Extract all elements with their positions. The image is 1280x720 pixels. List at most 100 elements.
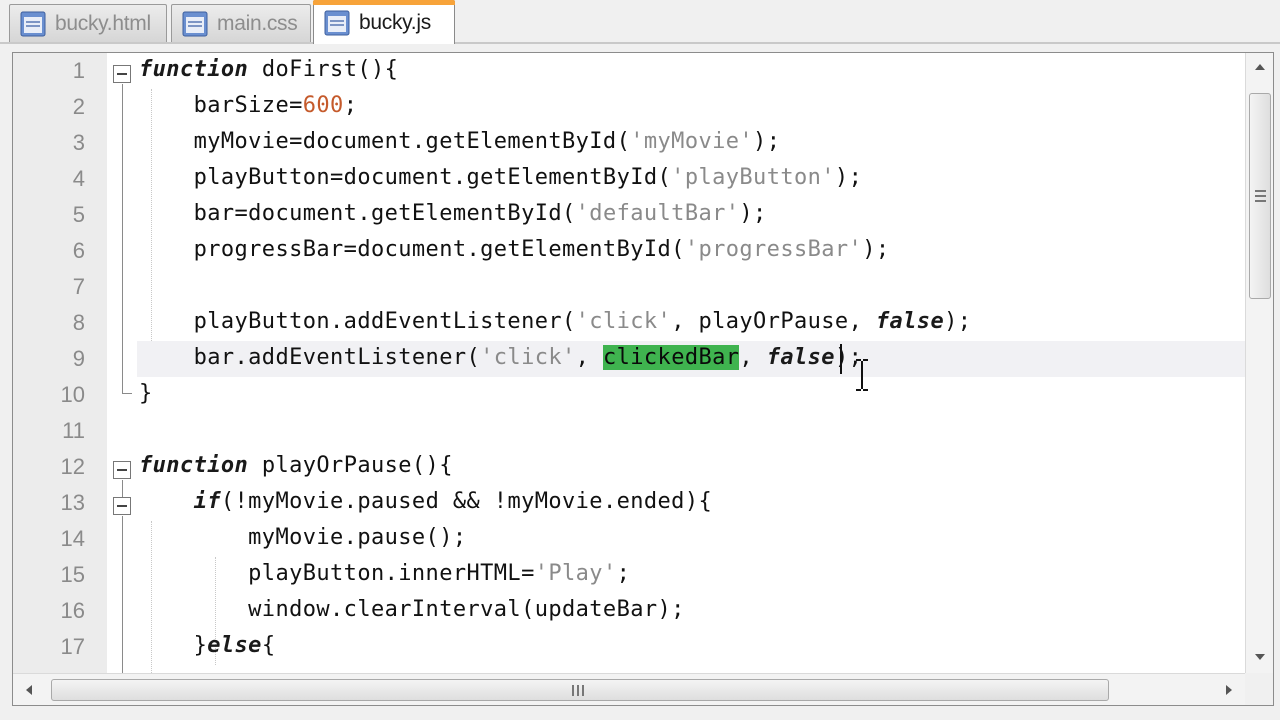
code-line: 17 }else{ bbox=[13, 629, 1245, 665]
code-token: ); bbox=[944, 309, 972, 334]
scroll-left-arrow-icon[interactable] bbox=[25, 684, 33, 696]
line-number: 13 bbox=[60, 490, 85, 515]
code-line: 5 bar=document.getElementById('defaultBa… bbox=[13, 197, 1245, 233]
code-line: 10 } bbox=[13, 377, 1245, 413]
string-literal: 'defaultBar' bbox=[575, 201, 740, 226]
code-token: , bbox=[739, 345, 767, 370]
vertical-scrollbar[interactable] bbox=[1245, 53, 1273, 673]
code-line: 15 playButton.innerHTML='Play'; bbox=[13, 557, 1245, 593]
line-number: 10 bbox=[60, 382, 85, 407]
code-token: , playOrPause, bbox=[671, 309, 876, 334]
code-text: bar=document.getElementById('defaultBar'… bbox=[139, 201, 767, 226]
code-line: 11 bbox=[13, 413, 1245, 449]
scroll-down-arrow-icon[interactable] bbox=[1254, 653, 1266, 661]
code-token: playButton.addEventListener( bbox=[139, 309, 576, 334]
horizontal-scroll-thumb[interactable] bbox=[51, 679, 1109, 701]
code-text: myMovie.pause(); bbox=[139, 525, 467, 550]
horizontal-scrollbar[interactable] bbox=[13, 673, 1245, 705]
keyword: false bbox=[875, 309, 945, 334]
ibeam-cursor-icon bbox=[856, 359, 868, 391]
code-line: 12 function playOrPause(){ bbox=[13, 449, 1245, 485]
code-text: playButton.addEventListener('click', pla… bbox=[139, 309, 971, 334]
scroll-right-arrow-icon[interactable] bbox=[1225, 684, 1233, 696]
code-token: progressBar=document.getElementById( bbox=[139, 237, 685, 262]
code-editor[interactable]: 1 function doFirst(){ 2 barSize=600; 3 m… bbox=[12, 52, 1274, 706]
line-number: 16 bbox=[60, 598, 85, 623]
code-line: 6 progressBar=document.getElementById('p… bbox=[13, 233, 1245, 269]
string-literal: 'progressBar' bbox=[684, 237, 863, 262]
code-text: if(!myMovie.paused && !myMovie.ended){ bbox=[139, 489, 712, 514]
code-line: 2 barSize=600; bbox=[13, 89, 1245, 125]
scrollbar-corner bbox=[1245, 673, 1273, 705]
line-number: 14 bbox=[60, 526, 85, 551]
code-token: (!myMovie.paused && !myMovie.ended){ bbox=[220, 489, 713, 514]
line-number: 9 bbox=[72, 346, 85, 371]
code-token: playButton=document.getElementById( bbox=[139, 165, 672, 190]
line-number: 15 bbox=[60, 562, 85, 587]
tab-main-css[interactable]: main.css bbox=[171, 4, 311, 42]
grip-icon bbox=[1255, 190, 1266, 204]
code-line-current: 9 bar.addEventListener('click', clickedB… bbox=[13, 341, 1245, 377]
vertical-scroll-thumb[interactable] bbox=[1249, 93, 1271, 299]
code-line: 8 playButton.addEventListener('click', p… bbox=[13, 305, 1245, 341]
code-area[interactable]: 1 function doFirst(){ 2 barSize=600; 3 m… bbox=[13, 53, 1245, 673]
code-line: 3 myMovie=document.getElementById('myMov… bbox=[13, 125, 1245, 161]
code-token: ); bbox=[834, 165, 863, 190]
tab-bucky-js[interactable]: bucky.js bbox=[313, 0, 455, 44]
scroll-up-arrow-icon[interactable] bbox=[1254, 63, 1266, 71]
code-token: ); bbox=[739, 201, 767, 226]
tab-label: bucky.js bbox=[359, 10, 431, 34]
tab-bucky-html[interactable]: bucky.html bbox=[9, 4, 167, 42]
tab-bar: bucky.html main.css bucky.js bbox=[0, 0, 1280, 44]
selected-text: clickedBar bbox=[602, 345, 740, 370]
line-number: 12 bbox=[60, 454, 85, 479]
code-text: } bbox=[139, 381, 153, 406]
line-number: 17 bbox=[60, 634, 85, 659]
line-number: 11 bbox=[62, 418, 85, 443]
number-literal: 600 bbox=[302, 93, 344, 118]
code-token: , bbox=[575, 345, 603, 370]
code-line: 13 if(!myMovie.paused && !myMovie.ended)… bbox=[13, 485, 1245, 521]
code-token: { bbox=[261, 633, 276, 658]
string-literal: 'myMovie' bbox=[630, 129, 754, 154]
tab-label: main.css bbox=[217, 11, 298, 35]
code-text: progressBar=document.getElementById('pro… bbox=[139, 237, 890, 262]
code-line: 4 playButton=document.getElementById('pl… bbox=[13, 161, 1245, 197]
code-token: doFirst(){ bbox=[248, 57, 399, 82]
file-icon bbox=[182, 11, 208, 36]
code-token: playButton.innerHTML= bbox=[139, 561, 535, 586]
code-text: function playOrPause(){ bbox=[139, 453, 453, 478]
code-text: playButton=document.getElementById('play… bbox=[139, 165, 862, 190]
code-text: bar.addEventListener('click', clickedBar… bbox=[139, 345, 862, 370]
code-text: myMovie=document.getElementById('myMovie… bbox=[139, 129, 780, 154]
code-text: barSize=600; bbox=[139, 93, 357, 118]
code-token: bar.addEventListener( bbox=[139, 345, 481, 370]
code-token: ); bbox=[753, 129, 781, 154]
line-number: 7 bbox=[72, 274, 85, 299]
line-number: 3 bbox=[72, 130, 85, 155]
code-token: barSize= bbox=[139, 93, 303, 118]
line-number: 6 bbox=[72, 238, 85, 263]
code-line: 16 window.clearInterval(updateBar); bbox=[13, 593, 1245, 629]
line-number: 4 bbox=[72, 166, 85, 191]
keyword: function bbox=[139, 57, 249, 82]
code-token: myMovie=document.getElementById( bbox=[139, 129, 631, 154]
keyword: if bbox=[193, 489, 221, 514]
string-literal: 'click' bbox=[480, 345, 576, 370]
code-line: 7 bbox=[13, 269, 1245, 305]
code-token: playOrPause(){ bbox=[248, 453, 453, 478]
grip-icon bbox=[572, 685, 586, 696]
code-line: 1 function doFirst(){ bbox=[13, 53, 1245, 89]
code-token: ); bbox=[862, 237, 890, 262]
code-token: } bbox=[139, 633, 208, 658]
code-text: window.clearInterval(updateBar); bbox=[139, 597, 685, 622]
text-caret bbox=[840, 344, 842, 374]
string-literal: 'click' bbox=[575, 309, 672, 334]
line-number: 2 bbox=[72, 94, 85, 119]
line-number: 5 bbox=[72, 202, 85, 227]
code-text: }else{ bbox=[139, 633, 276, 658]
code-text: playButton.innerHTML='Play'; bbox=[139, 561, 630, 586]
code-token: bar=document.getElementById( bbox=[139, 201, 576, 226]
line-number: 8 bbox=[72, 310, 85, 335]
